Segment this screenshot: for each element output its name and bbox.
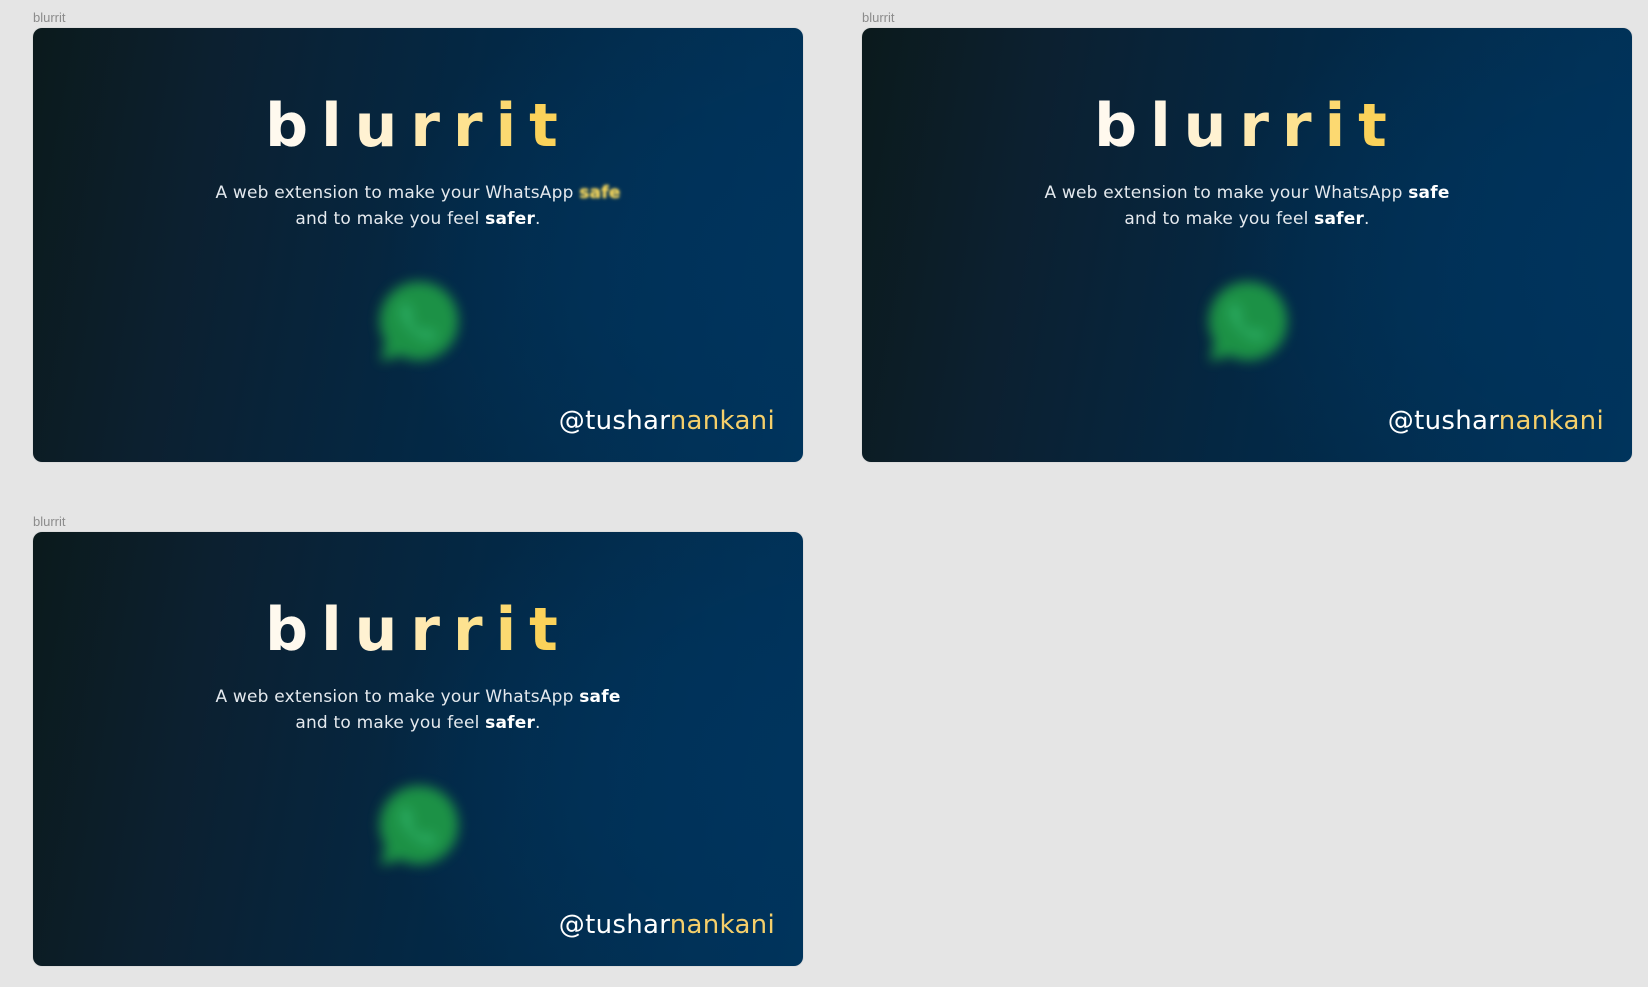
brand-letter: u xyxy=(354,595,411,665)
brand-letter: t xyxy=(529,91,571,161)
handle-first: @tushar xyxy=(558,910,670,940)
tagline-text: A web extension to make your WhatsApp xyxy=(1044,183,1409,203)
brand-letter: b xyxy=(265,595,322,665)
brand-letter: t xyxy=(529,595,571,665)
brand-letter: r xyxy=(410,91,453,161)
brand-letter: r xyxy=(452,595,496,665)
whatsapp-logo-icon xyxy=(1208,281,1288,362)
frame-label[interactable]: blurrit xyxy=(862,10,895,26)
brand-letter: l xyxy=(321,91,355,161)
tagline-bold: safer xyxy=(485,713,536,733)
tagline-text: . xyxy=(535,209,541,229)
brand-letter: l xyxy=(321,595,355,665)
brand-letter: r xyxy=(1239,91,1282,161)
brand-letter: b xyxy=(1094,91,1151,161)
handle-last: nankani xyxy=(1498,406,1604,436)
tagline-highlight: safe xyxy=(1408,183,1450,203)
handle-last: nankani xyxy=(669,910,775,940)
tagline: A web extension to make your WhatsApp sa… xyxy=(33,684,803,736)
brand-letter: i xyxy=(495,595,530,665)
tagline-text: and to make you feel xyxy=(1124,209,1315,229)
frame-blurrit-3[interactable]: blurrit A web extension to make your Wha… xyxy=(33,532,803,966)
frame-label[interactable]: blurrit xyxy=(33,514,66,530)
tagline-text: and to make you feel xyxy=(295,713,486,733)
frame-blurrit-2[interactable]: blurrit A web extension to make your Wha… xyxy=(862,28,1632,462)
frame-blurrit-1[interactable]: blurrit A web extension to make your Wha… xyxy=(33,28,803,462)
tagline-highlight: safe xyxy=(579,687,621,707)
tagline-text: and to make you feel xyxy=(295,209,486,229)
tagline: A web extension to make your WhatsApp sa… xyxy=(862,180,1632,232)
tagline-text: . xyxy=(1364,209,1370,229)
frame-label[interactable]: blurrit xyxy=(33,10,66,26)
brand-letter: b xyxy=(265,91,322,161)
author-handle: @tusharnankani xyxy=(559,406,775,436)
brand-letter: i xyxy=(495,91,530,161)
tagline-bold: safer xyxy=(485,209,536,229)
brand-letter: u xyxy=(354,91,411,161)
tagline-text: A web extension to make your WhatsApp xyxy=(215,183,580,203)
brand-title: blurrit xyxy=(862,92,1632,160)
whatsapp-logo-icon xyxy=(379,281,459,362)
brand-letter: i xyxy=(1324,91,1359,161)
brand-letter: t xyxy=(1358,91,1400,161)
brand-title: blurrit xyxy=(33,92,803,160)
brand-letter: r xyxy=(452,91,496,161)
whatsapp-logo-icon xyxy=(379,785,459,866)
author-handle: @tusharnankani xyxy=(1388,406,1604,436)
brand-letter: r xyxy=(1281,91,1325,161)
tagline-bold: safer xyxy=(1314,209,1365,229)
tagline-text: A web extension to make your WhatsApp xyxy=(215,687,580,707)
brand-title: blurrit xyxy=(33,596,803,664)
handle-first: @tushar xyxy=(558,406,670,436)
brand-letter: u xyxy=(1183,91,1240,161)
author-handle: @tusharnankani xyxy=(559,910,775,940)
handle-last: nankani xyxy=(669,406,775,436)
brand-letter: r xyxy=(410,595,453,665)
tagline-highlight-blurred: safe xyxy=(579,183,621,203)
handle-first: @tushar xyxy=(1387,406,1499,436)
tagline-text: . xyxy=(535,713,541,733)
tagline: A web extension to make your WhatsApp sa… xyxy=(33,180,803,232)
brand-letter: l xyxy=(1150,91,1184,161)
